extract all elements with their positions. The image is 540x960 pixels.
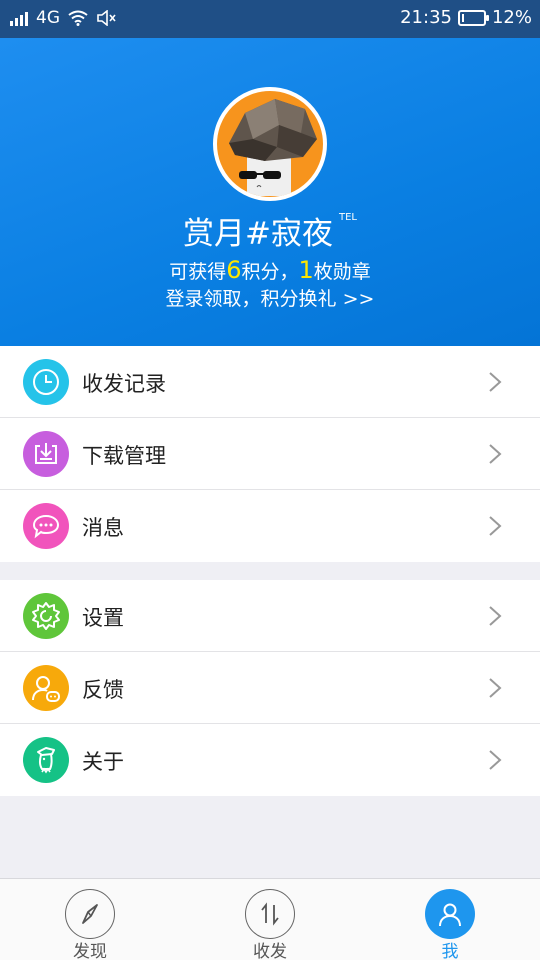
battery-percent: 12% — [491, 7, 532, 28]
menu-item-messages[interactable]: 消息 — [0, 490, 540, 562]
bottom-tab-bar: 发现 收发 我 — [0, 878, 540, 960]
menu-item-send-records[interactable]: 收发记录 — [0, 346, 540, 418]
chevron-right-icon — [489, 750, 502, 770]
menu-label-messages: 消息 — [82, 516, 124, 540]
signal-icon — [10, 10, 28, 26]
chevron-right-icon — [489, 678, 502, 698]
tab-label-transfer: 收发 — [253, 942, 287, 960]
tel-badge: TEL — [338, 212, 357, 223]
tab-label-me: 我 — [441, 942, 459, 960]
chevron-right-icon — [489, 606, 502, 626]
compass-icon — [65, 889, 115, 939]
menu-label-about: 关于 — [82, 750, 124, 774]
download-icon — [23, 431, 69, 477]
username-row: 赏月#寂夜 TEL — [0, 208, 540, 253]
points-mid: 积分， — [241, 261, 299, 283]
menu-label-send-records: 收发记录 — [82, 372, 166, 396]
menu-item-feedback[interactable]: 反馈 — [0, 652, 540, 724]
menu-item-download-manager[interactable]: 下载管理 — [0, 418, 540, 490]
status-bar: 4G 21:35 12% — [0, 0, 540, 38]
person-icon — [425, 889, 475, 939]
battery-icon — [457, 9, 489, 26]
tab-transfer[interactable]: 收发 — [180, 879, 360, 960]
points-info: 可获得6积分，1枚勋章 — [0, 256, 540, 284]
about-mascot-icon — [23, 737, 69, 783]
status-right: 21:35 12% — [400, 7, 532, 28]
medal-suffix: 枚勋章 — [313, 261, 371, 283]
chevron-right-icon — [489, 516, 502, 536]
chat-icon — [23, 503, 69, 549]
profile-header[interactable]: 赏月#寂夜 TEL 可获得6积分，1枚勋章 登录领取，积分换礼 >> — [0, 38, 540, 346]
feedback-icon — [23, 665, 69, 711]
menu-group-1: 收发记录 下载管理 消息 — [0, 346, 540, 562]
username: 赏月#寂夜 — [183, 216, 333, 252]
network-type: 4G — [36, 8, 60, 28]
status-left: 4G — [10, 8, 116, 28]
menu-group-2: 设置 反馈 关于 — [0, 580, 540, 796]
chevron-right-icon — [489, 444, 502, 464]
points-prefix: 可获得 — [169, 261, 227, 283]
tab-label-discover: 发现 — [73, 942, 107, 960]
menu-label-download-manager: 下载管理 — [82, 444, 166, 468]
points-value: 6 — [226, 256, 242, 284]
login-link[interactable]: 登录领取，积分换礼 >> — [0, 284, 540, 311]
tab-discover[interactable]: 发现 — [0, 879, 180, 960]
mute-icon — [97, 10, 116, 26]
transfer-icon — [245, 889, 295, 939]
menu-item-about[interactable]: 关于 — [0, 724, 540, 796]
medal-value: 1 — [298, 256, 314, 284]
menu-label-feedback: 反馈 — [82, 678, 124, 702]
gear-icon — [23, 593, 69, 639]
chevron-right-icon — [489, 372, 502, 392]
menu-item-settings[interactable]: 设置 — [0, 580, 540, 652]
menu-label-settings: 设置 — [82, 606, 124, 630]
tab-me[interactable]: 我 — [360, 879, 540, 960]
avatar[interactable] — [213, 87, 327, 201]
clock-time: 21:35 — [400, 7, 452, 28]
wifi-icon — [68, 10, 88, 26]
clock-icon — [23, 359, 69, 405]
